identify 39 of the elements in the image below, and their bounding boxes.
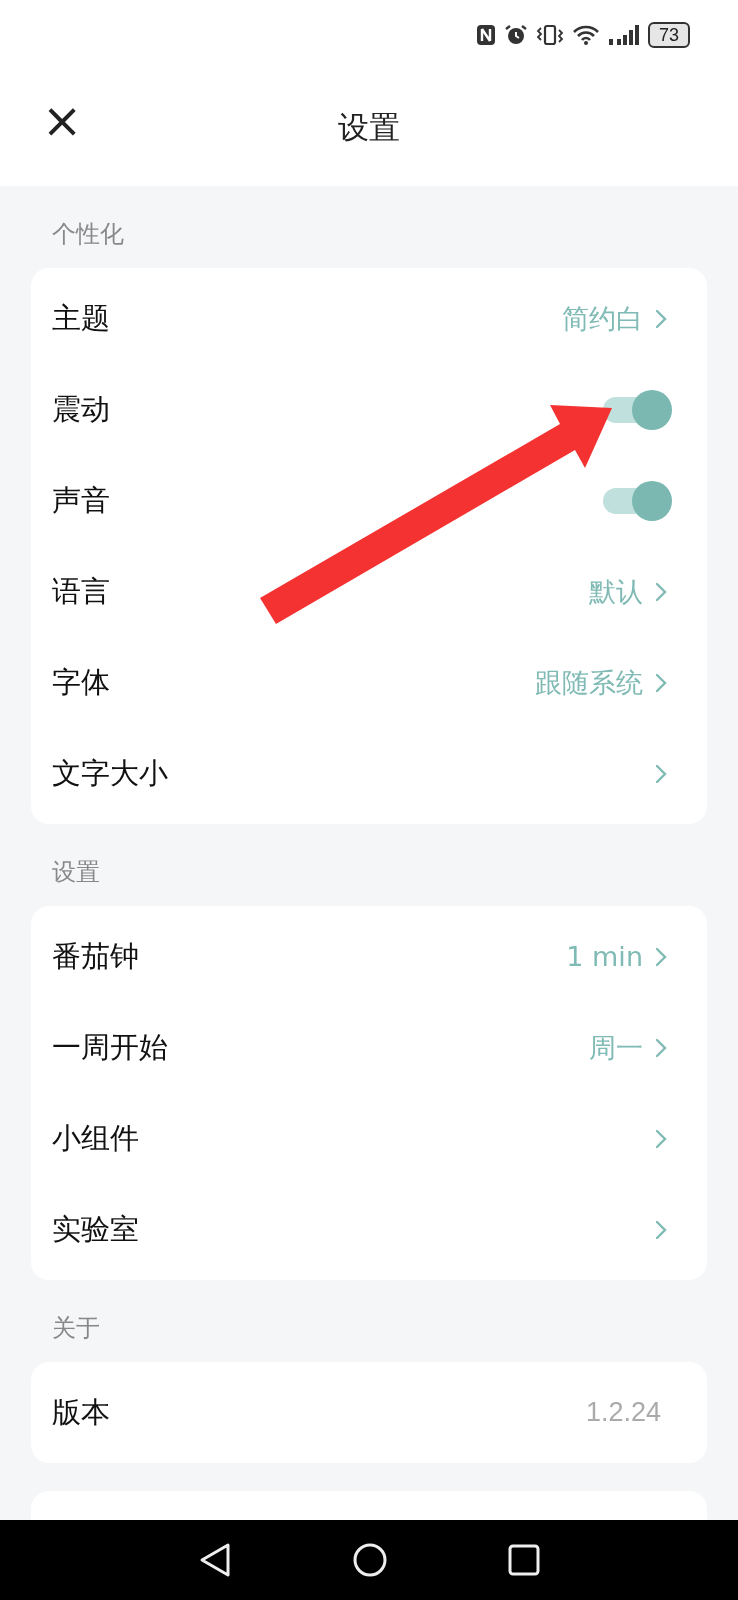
setting-label: 主题 [52,299,110,337]
nfc-icon [476,24,496,46]
chevron-icon[interactable] [655,308,667,329]
setting-label: 版本 [52,1393,110,1431]
page-title: 设置 [338,108,400,147]
section-heading: 设置 [51,857,101,888]
chevron-icon[interactable] [655,581,667,602]
alarm-icon [504,24,528,46]
setting-label: 字体 [52,663,110,701]
setting-label: 声音 [52,481,110,519]
recents-icon[interactable] [508,1544,540,1576]
chevron-icon[interactable] [655,672,667,693]
chevron-icon[interactable] [655,1128,667,1149]
section-heading: 关于 [51,1313,101,1344]
setting-value: 周一 [589,1030,643,1065]
setting-value: 简约白 [562,301,643,336]
chevron-icon[interactable] [655,1037,667,1058]
setting-label: 文字大小 [52,754,168,792]
wifi-icon [572,24,600,46]
close-button[interactable]: × [38,96,87,144]
vibrate-icon [536,24,564,46]
setting-value: 1 min [566,941,643,972]
setting-label: 一周开始 [52,1028,168,1066]
chevron-icon[interactable] [655,946,667,967]
setting-value: 跟随系统 [535,665,643,700]
setting-value: 默认 [589,574,643,609]
setting-label: 小组件 [52,1119,139,1157]
chevron-icon[interactable] [655,763,667,784]
cellular-signal-icon [608,24,640,46]
setting-label: 实验室 [52,1210,139,1248]
setting-label: 番茄钟 [52,937,139,975]
home-icon[interactable] [352,1542,388,1578]
setting-label: 震动 [52,390,110,428]
battery-icon: 73 [648,22,690,48]
version-number: 1.2.24 [585,1397,661,1428]
setting-label: 语言 [52,572,110,610]
chevron-icon[interactable] [655,1219,667,1240]
back-icon[interactable] [198,1542,232,1578]
section-heading: 个性化 [51,219,125,250]
